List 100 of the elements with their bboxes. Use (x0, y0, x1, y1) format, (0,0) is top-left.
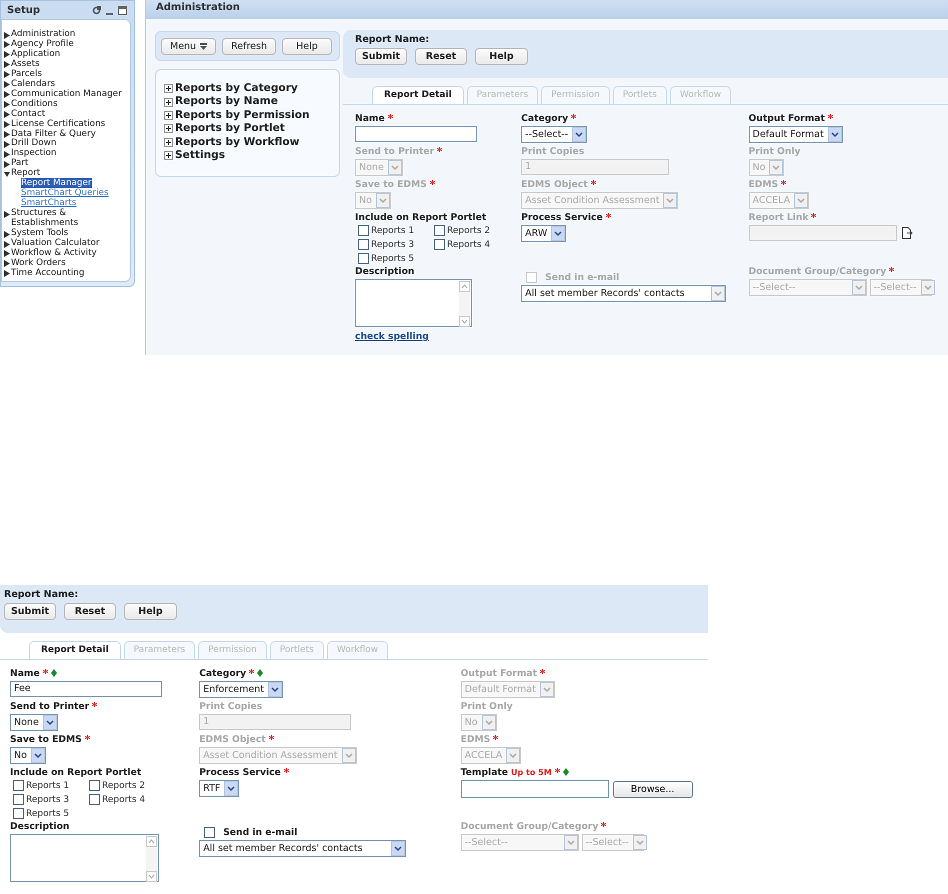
collapsed-arrow-icon[interactable] (4, 260, 10, 268)
action-button[interactable]: Reset (415, 48, 467, 65)
expand-icon[interactable] (164, 111, 173, 120)
tree-item[interactable]: Contact (11, 110, 46, 120)
dropdown[interactable]: Enforcement (199, 681, 283, 698)
collapsed-arrow-icon[interactable] (4, 51, 10, 58)
dropdown[interactable]: No (10, 747, 46, 764)
action-button[interactable]: Submit (4, 603, 56, 620)
expand-icon[interactable] (164, 151, 173, 160)
collapsed-arrow-icon[interactable] (4, 101, 10, 108)
checkbox[interactable] (204, 827, 216, 838)
tree-item[interactable]: System Tools (11, 229, 68, 240)
checkbox[interactable] (434, 225, 445, 236)
tree-item[interactable]: Reports by Portlet (175, 122, 285, 136)
checkbox[interactable] (358, 239, 369, 250)
collapsed-arrow-icon[interactable] (4, 71, 10, 78)
check-spelling-link[interactable]: check spelling (355, 331, 429, 342)
tree-item[interactable]: Valuation Calculator (11, 239, 100, 249)
collapsed-arrow-icon[interactable] (4, 150, 10, 158)
checkbox[interactable] (358, 253, 369, 264)
tree-item[interactable]: Data Filter & Query (11, 130, 96, 140)
refresh-icon[interactable] (92, 6, 101, 14)
checkbox[interactable] (13, 794, 24, 805)
tree-link[interactable]: SmartChart Queries (21, 188, 109, 198)
tree-link[interactable]: Report Manager (21, 178, 92, 188)
tree-item[interactable]: Application (11, 50, 60, 60)
tree-item[interactable]: Parcels (11, 70, 42, 80)
action-button[interactable]: Submit (355, 48, 407, 65)
tree-item[interactable]: Structures & Establishments (11, 209, 128, 230)
tree-item[interactable]: Drill Down (11, 139, 56, 150)
dropdown[interactable]: None (10, 714, 58, 731)
collapsed-arrow-icon[interactable] (4, 140, 10, 148)
expand-icon[interactable] (164, 84, 173, 94)
expanded-arrow-icon[interactable] (4, 170, 10, 178)
tree-link[interactable]: SmartCharts (21, 198, 76, 208)
dropdown[interactable]: ARW (521, 225, 566, 242)
checkbox[interactable] (89, 780, 100, 791)
collapsed-arrow-icon[interactable] (4, 41, 10, 48)
collapsed-arrow-icon[interactable] (4, 81, 10, 88)
collapsed-arrow-icon[interactable] (4, 250, 10, 258)
collapsed-arrow-icon[interactable] (4, 270, 10, 278)
text-area[interactable] (10, 834, 159, 882)
tree-item[interactable]: Reports by Name (175, 95, 278, 109)
collapsed-arrow-icon[interactable] (4, 61, 10, 68)
tree-item[interactable]: Reports by Category (175, 82, 298, 96)
tree-item[interactable]: Reports by Workflow (175, 136, 300, 150)
maximize-icon[interactable] (118, 6, 127, 14)
expand-icon[interactable] (164, 124, 173, 134)
toolbar-button[interactable]: Help (282, 38, 332, 54)
text-field[interactable] (355, 126, 477, 142)
checkbox[interactable] (358, 225, 369, 236)
text-field[interactable]: Fee (10, 681, 162, 697)
tree-item[interactable]: Agency Profile (11, 40, 74, 50)
tab[interactable]: Report Detail (372, 86, 464, 104)
collapsed-arrow-icon[interactable] (4, 160, 10, 168)
collapsed-arrow-icon[interactable] (4, 91, 10, 98)
collapsed-arrow-icon[interactable] (4, 210, 10, 218)
collapsed-arrow-icon[interactable] (4, 111, 10, 118)
file-field[interactable] (460, 780, 609, 798)
collapsed-arrow-icon[interactable] (4, 240, 10, 248)
menu-button[interactable]: Menu (161, 38, 216, 54)
document-icon[interactable] (900, 227, 912, 239)
dropdown[interactable]: Default Format (748, 126, 843, 143)
collapsed-arrow-icon[interactable] (4, 32, 10, 38)
tree-item[interactable]: Assets (11, 60, 40, 70)
tree-item[interactable]: Communication Manager (11, 90, 122, 100)
toolbar-button[interactable]: Refresh (222, 38, 276, 54)
browse-button[interactable]: Browse... (612, 780, 693, 798)
tab[interactable]: Report Detail (29, 641, 121, 659)
collapsed-arrow-icon[interactable] (4, 230, 10, 238)
collapsed-arrow-icon[interactable] (4, 131, 10, 138)
tree-item[interactable]: Administration (11, 30, 76, 40)
dropdown[interactable]: RTF (199, 780, 240, 797)
checkbox-label: Reports 5 (371, 254, 414, 264)
tree-item[interactable]: Report (11, 169, 40, 180)
tree-item[interactable]: Reports by Permission (175, 108, 310, 122)
dropdown[interactable]: All set member Records' contacts (199, 840, 406, 857)
tree-item[interactable]: Part (11, 159, 28, 170)
action-button[interactable]: Help (475, 48, 528, 65)
action-button[interactable]: Help (124, 603, 177, 620)
tree-item[interactable]: Conditions (11, 100, 58, 110)
collapsed-arrow-icon[interactable] (4, 121, 10, 128)
tree-item[interactable]: Workflow & Activity (11, 248, 97, 259)
checkbox[interactable] (434, 239, 445, 250)
checkbox[interactable] (13, 808, 24, 819)
tree-item[interactable]: Time Accounting (11, 268, 84, 279)
size-note: Up to 5M (511, 767, 552, 778)
action-button[interactable]: Reset (64, 603, 116, 620)
text-area[interactable] (355, 279, 472, 327)
tree-item[interactable]: Calendars (11, 80, 56, 90)
tree-item[interactable]: License Certifications (11, 120, 106, 130)
dropdown[interactable]: --Select-- (521, 126, 588, 143)
tree-item[interactable]: Inspection (11, 149, 56, 160)
checkbox[interactable] (13, 780, 24, 791)
expand-icon[interactable] (164, 138, 173, 147)
tree-item[interactable]: Settings (175, 149, 226, 162)
tree-item[interactable]: Work Orders (11, 258, 66, 269)
checkbox[interactable] (89, 794, 100, 805)
expand-icon[interactable] (164, 98, 173, 107)
field-label: Document Group/Category (748, 266, 886, 277)
